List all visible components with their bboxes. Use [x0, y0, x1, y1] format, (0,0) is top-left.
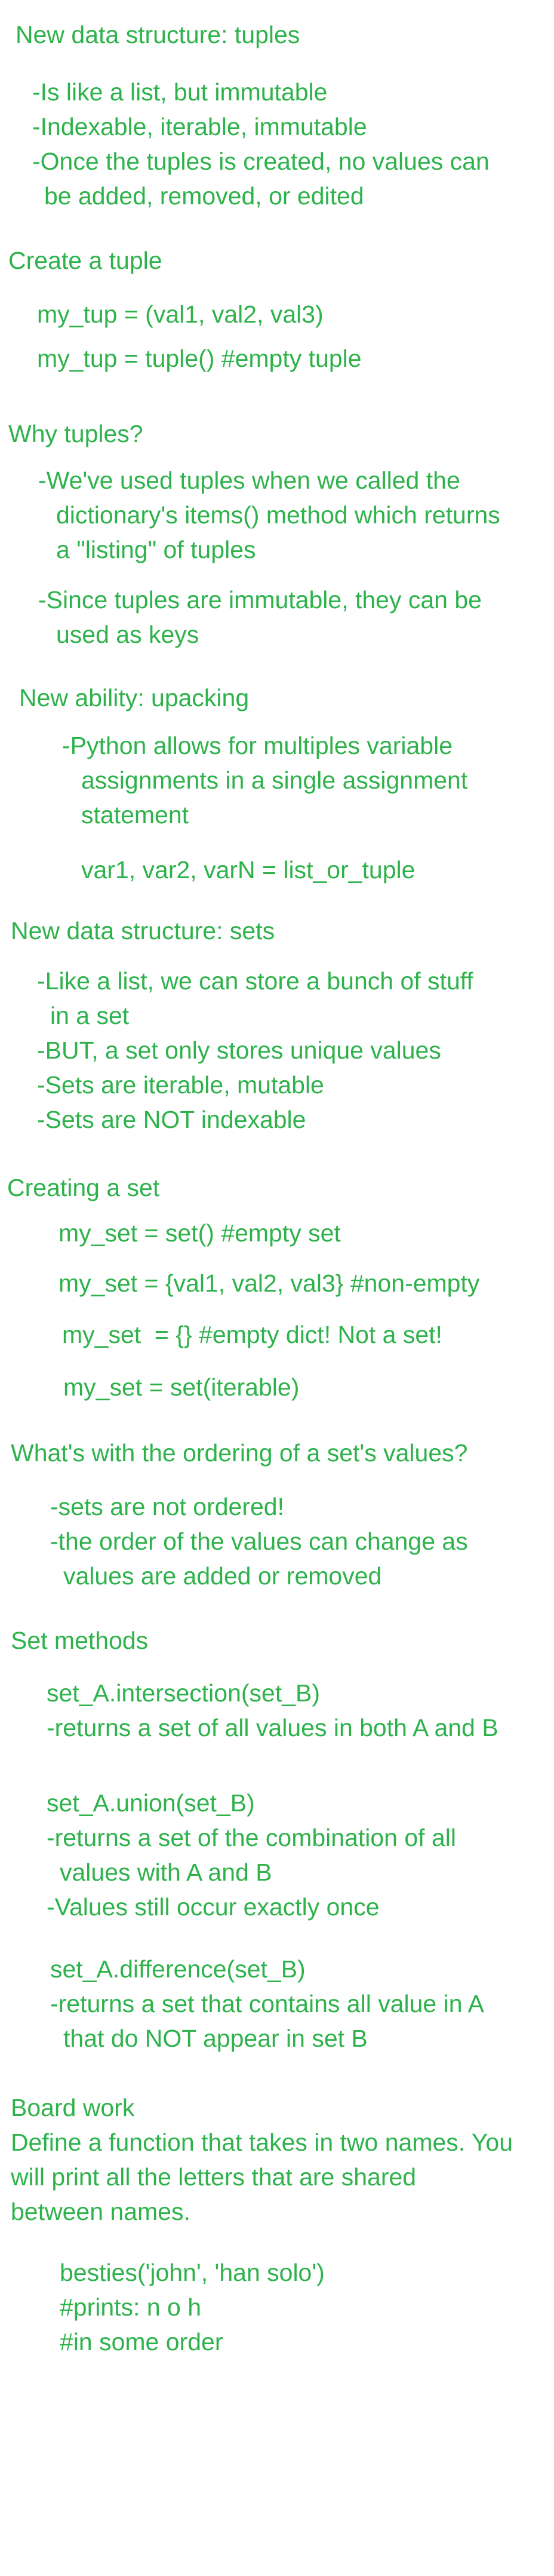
- note-line: Define a function that takes in two name…: [11, 2129, 513, 2156]
- heading-board-work: Board work: [11, 2094, 135, 2121]
- note-line: -Once the tuples is created, no values c…: [32, 148, 490, 175]
- note-line: -Since tuples are immutable, they can be: [38, 586, 482, 614]
- heading-set-ordering: What's with the ordering of a set's valu…: [11, 1439, 468, 1467]
- code-line: my_tup = tuple() #empty tuple: [37, 345, 362, 372]
- note-line: a "listing" of tuples: [56, 536, 256, 563]
- heading-set-methods: Set methods: [11, 1627, 149, 1654]
- heading-new-ability-upacking: New ability: upacking: [19, 684, 250, 712]
- heading-new-data-structure-tuples: New data structure: tuples: [16, 21, 300, 48]
- heading-creating-a-set: Creating a set: [7, 1174, 160, 1201]
- code-line: set_A.difference(set_B): [50, 1955, 306, 1983]
- note-line: assignments in a single assignment: [81, 766, 468, 794]
- code-line: set_A.union(set_B): [47, 1789, 255, 1817]
- note-line: -returns a set of the combination of all: [47, 1824, 456, 1851]
- note-line: -returns a set that contains all value i…: [50, 1990, 485, 2017]
- code-line: my_set = {val1, val2, val3} #non-empty: [59, 1269, 480, 1297]
- code-line: set_A.intersection(set_B): [47, 1679, 321, 1707]
- note-line: that do NOT appear in set B: [63, 2025, 368, 2052]
- code-line: my_set = set() #empty set: [59, 1219, 341, 1247]
- code-comment: #prints: n o h: [60, 2293, 202, 2321]
- code-line: var1, var2, varN = list_or_tuple: [81, 856, 415, 884]
- note-line: -Is like a list, but immutable: [32, 78, 328, 106]
- note-line: be added, removed, or edited: [44, 182, 364, 210]
- note-line: between names.: [11, 2198, 190, 2225]
- note-line: -BUT, a set only stores unique values: [37, 1036, 441, 1064]
- note-line: in a set: [50, 1002, 130, 1029]
- heading-new-data-structure-sets: New data structure: sets: [11, 917, 275, 944]
- note-line: -returns a set of all values in both A a…: [47, 1714, 498, 1741]
- note-line: -Values still occur exactly once: [47, 1893, 380, 1921]
- note-line: -the order of the values can change as: [50, 1528, 468, 1555]
- code-line: my_set = {} #empty dict! Not a set!: [62, 1321, 442, 1348]
- handwritten-note-page: New data structure: tuples -Is like a li…: [0, 0, 554, 2576]
- note-line: dictionary's items() method which return…: [56, 501, 500, 529]
- heading-why-tuples: Why tuples?: [8, 420, 143, 447]
- note-line: values with A and B: [60, 1859, 272, 1886]
- code-line: besties('john', 'han solo'): [60, 2259, 325, 2286]
- note-line: -Python allows for multiples variable: [62, 732, 453, 759]
- note-line: will print all the letters that are shar…: [11, 2163, 417, 2191]
- code-line: my_set = set(iterable): [63, 1373, 300, 1401]
- code-line: my_tup = (val1, val2, val3): [37, 300, 324, 328]
- note-line: used as keys: [56, 621, 199, 648]
- note-line: -We've used tuples when we called the: [38, 467, 460, 494]
- note-line: -Like a list, we can store a bunch of st…: [37, 967, 473, 995]
- note-line: statement: [81, 801, 189, 829]
- note-line: -Sets are NOT indexable: [37, 1106, 306, 1133]
- note-line: values are added or removed: [63, 1562, 382, 1590]
- code-comment: #in some order: [60, 2328, 223, 2356]
- note-line: -Sets are iterable, mutable: [37, 1071, 324, 1099]
- note-line: -sets are not ordered!: [50, 1493, 284, 1520]
- heading-create-a-tuple: Create a tuple: [8, 247, 162, 274]
- note-line: -Indexable, iterable, immutable: [32, 113, 367, 140]
